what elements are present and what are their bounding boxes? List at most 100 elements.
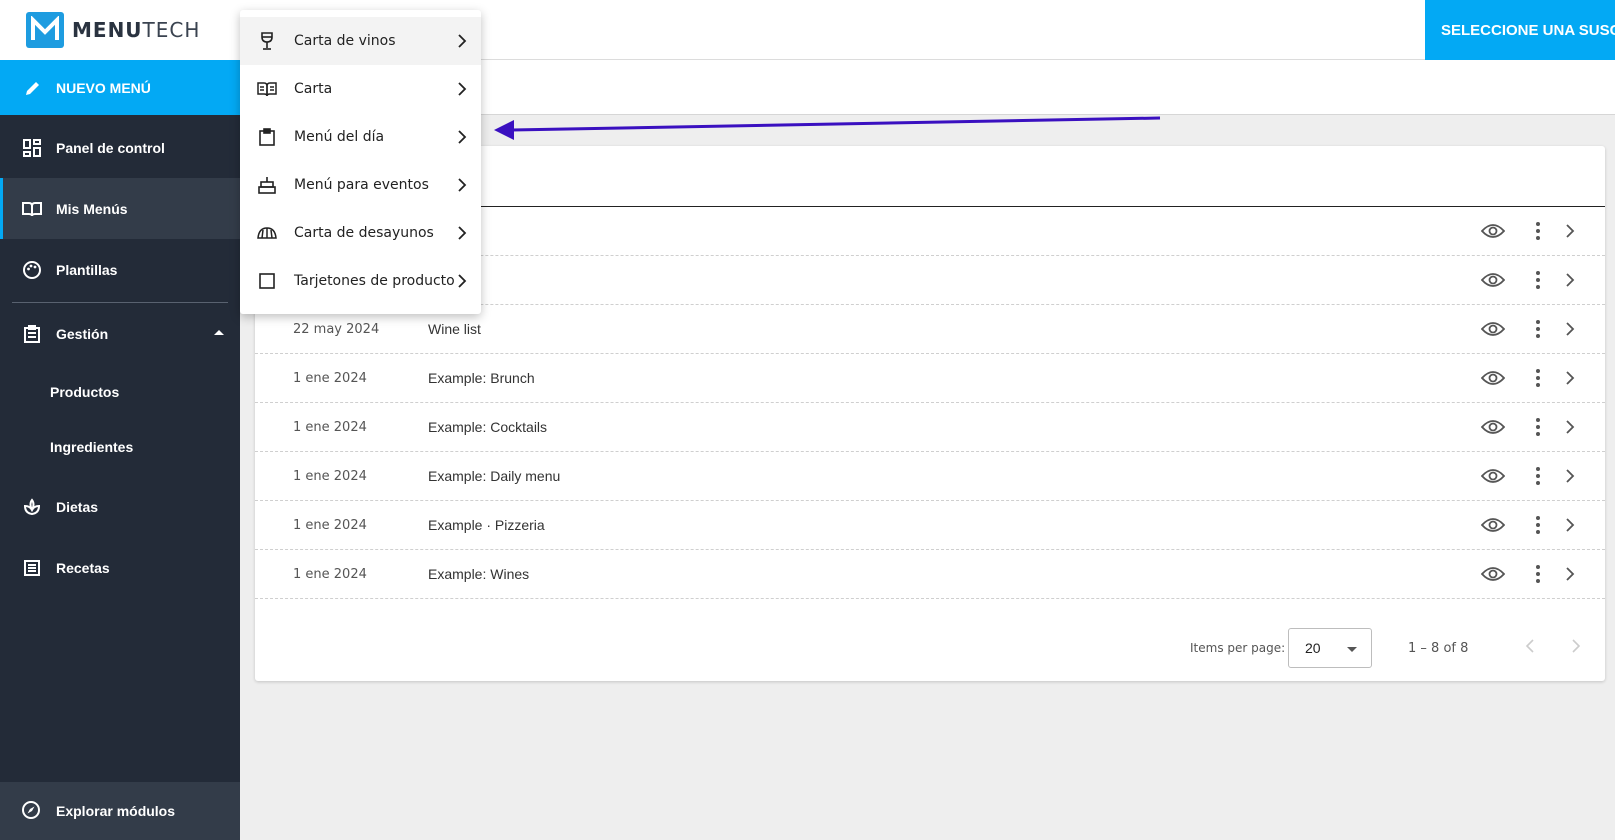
- chevron-right-icon[interactable]: [1565, 517, 1575, 533]
- plant-icon: [22, 497, 42, 517]
- chevron-right-icon[interactable]: [1565, 419, 1575, 435]
- sidebar-item-dashboard[interactable]: Panel de control: [0, 117, 240, 178]
- row-date: 1 ene 2024: [293, 517, 367, 533]
- sidebar-item-label: Productos: [50, 383, 120, 400]
- table-row[interactable]: 1 ene 2024 Example: Daily menu: [255, 452, 1605, 501]
- new-menu-button[interactable]: NUEVO MENÚ: [0, 60, 240, 115]
- eye-icon[interactable]: [1481, 466, 1505, 486]
- eye-icon[interactable]: [1481, 564, 1505, 584]
- eye-icon[interactable]: [1481, 368, 1505, 388]
- row-name: Example · Pizzeria: [428, 517, 545, 533]
- dropdown-item-label: Menú para eventos: [294, 177, 429, 193]
- eye-icon[interactable]: [1481, 319, 1505, 339]
- logo[interactable]: MENUTECH: [0, 0, 240, 60]
- more-options-icon[interactable]: [1535, 515, 1541, 535]
- clipboard-icon: [22, 324, 42, 344]
- items-per-page-label: Items per page:: [1190, 641, 1286, 655]
- sidebar-item-diets[interactable]: Dietas: [0, 476, 240, 537]
- row-date: 1 ene 2024: [293, 566, 367, 582]
- chevron-right-icon[interactable]: [1565, 321, 1575, 337]
- sidebar-item-label: Gestión: [56, 325, 109, 342]
- pencil-icon: [24, 79, 42, 97]
- dropdown-item-breakfast-menu[interactable]: Carta de desayunos: [240, 209, 481, 257]
- more-options-icon[interactable]: [1535, 270, 1541, 290]
- table-row[interactable]: 1 ene 2024 Example: Wines: [255, 550, 1605, 599]
- sidebar-item-templates[interactable]: Plantillas: [0, 239, 240, 300]
- brand-name-light: TECH: [142, 18, 201, 42]
- cake-icon: [256, 174, 278, 196]
- chevron-right-icon[interactable]: [1565, 566, 1575, 582]
- sidebar-item-ingredients[interactable]: Ingredientes: [0, 419, 240, 474]
- new-menu-label: NUEVO MENÚ: [56, 79, 151, 96]
- row-name: Example: Wines: [428, 566, 530, 582]
- row-name: Example: Daily menu: [428, 468, 561, 484]
- row-date: 1 ene 2024: [293, 468, 367, 484]
- sidebar-item-products[interactable]: Productos: [0, 364, 240, 419]
- more-options-icon[interactable]: [1535, 221, 1541, 241]
- annotation-arrow: [494, 116, 1161, 140]
- chevron-right-icon: [458, 274, 467, 288]
- chevron-right-icon[interactable]: [1565, 272, 1575, 288]
- table-row[interactable]: 1 ene 2024 Example: Brunch: [255, 354, 1605, 403]
- chevron-right-icon: [458, 178, 467, 192]
- clipboard-icon: [256, 126, 278, 148]
- dashboard-icon: [22, 138, 42, 158]
- dropdown-item-label: Menú del día: [294, 129, 385, 145]
- new-menu-type-dropdown: Carta de vinos Carta Menú del día Menú p…: [240, 10, 481, 314]
- sidebar-item-label: Plantillas: [56, 261, 118, 278]
- chevron-right-icon: [458, 82, 467, 96]
- dropdown-item-events-menu[interactable]: Menú para eventos: [240, 161, 481, 209]
- explore-modules-label: Explorar módulos: [56, 803, 176, 819]
- book-icon: [22, 199, 42, 219]
- row-date: 1 ene 2024: [293, 419, 367, 435]
- dropdown-item-label: Carta: [294, 81, 333, 97]
- more-options-icon[interactable]: [1535, 368, 1541, 388]
- chevron-right-icon[interactable]: [1565, 370, 1575, 386]
- table-row[interactable]: 1 ene 2024 Example: Cocktails: [255, 403, 1605, 452]
- sidebar-item-label: Dietas: [56, 498, 99, 515]
- paginator: Items per page: 20 1 – 8 of 8: [255, 615, 1605, 681]
- more-options-icon[interactable]: [1535, 564, 1541, 584]
- brand-name-bold: MENU: [72, 18, 143, 42]
- row-name: Example: Cocktails: [428, 419, 548, 435]
- dropdown-item-product-cards[interactable]: Tarjetones de producto: [240, 257, 481, 305]
- menutech-logo-icon: [26, 12, 64, 48]
- explore-modules-button[interactable]: Explorar módulos: [0, 782, 240, 840]
- eye-icon[interactable]: [1481, 417, 1505, 437]
- more-options-icon[interactable]: [1535, 417, 1541, 437]
- previous-page-icon[interactable]: [1525, 639, 1535, 656]
- row-name: Example: Brunch: [428, 370, 535, 386]
- dropdown-arrow-icon: [1347, 647, 1357, 652]
- dropdown-item-daily-menu[interactable]: Menú del día: [240, 113, 481, 161]
- page-range-label: 1 – 8 of 8: [1408, 641, 1469, 656]
- sidebar-item-recipes[interactable]: Recetas: [0, 537, 240, 598]
- dropdown-item-menu[interactable]: Carta: [240, 65, 481, 113]
- sidebar-item-label: Ingredientes: [50, 438, 134, 455]
- chevron-right-icon[interactable]: [1565, 223, 1575, 239]
- sidebar-item-label: Panel de control: [56, 139, 165, 156]
- compass-icon: [22, 801, 42, 821]
- more-options-icon[interactable]: [1535, 319, 1541, 339]
- row-name: Wine list: [428, 321, 481, 337]
- sidebar-item-label: Mis Menús: [56, 200, 128, 217]
- table-row[interactable]: 1 ene 2024 Example · Pizzeria: [255, 501, 1605, 550]
- dropdown-item-wine-list[interactable]: Carta de vinos: [240, 17, 481, 65]
- eye-icon[interactable]: [1481, 270, 1505, 290]
- subscribe-button[interactable]: SELECCIONE UNA SUSCR: [1425, 0, 1615, 60]
- chevron-right-icon: [458, 226, 467, 240]
- sidebar-item-management[interactable]: Gestión: [0, 303, 240, 364]
- eye-icon[interactable]: [1481, 515, 1505, 535]
- caret-up-icon[interactable]: [214, 330, 224, 335]
- list-icon: [22, 558, 42, 578]
- sidebar-item-my-menus[interactable]: Mis Menús: [0, 178, 240, 239]
- square-icon: [256, 270, 278, 292]
- eye-icon[interactable]: [1481, 221, 1505, 241]
- more-options-icon[interactable]: [1535, 466, 1541, 486]
- chevron-right-icon[interactable]: [1565, 468, 1575, 484]
- sidebar-item-label: Recetas: [56, 559, 110, 576]
- dropdown-item-label: Carta de vinos: [294, 33, 396, 49]
- next-page-icon[interactable]: [1571, 639, 1581, 656]
- row-date: 22 may 2024: [293, 321, 380, 337]
- row-date: 1 ene 2024: [293, 370, 367, 386]
- items-per-page-select[interactable]: 20: [1288, 628, 1372, 668]
